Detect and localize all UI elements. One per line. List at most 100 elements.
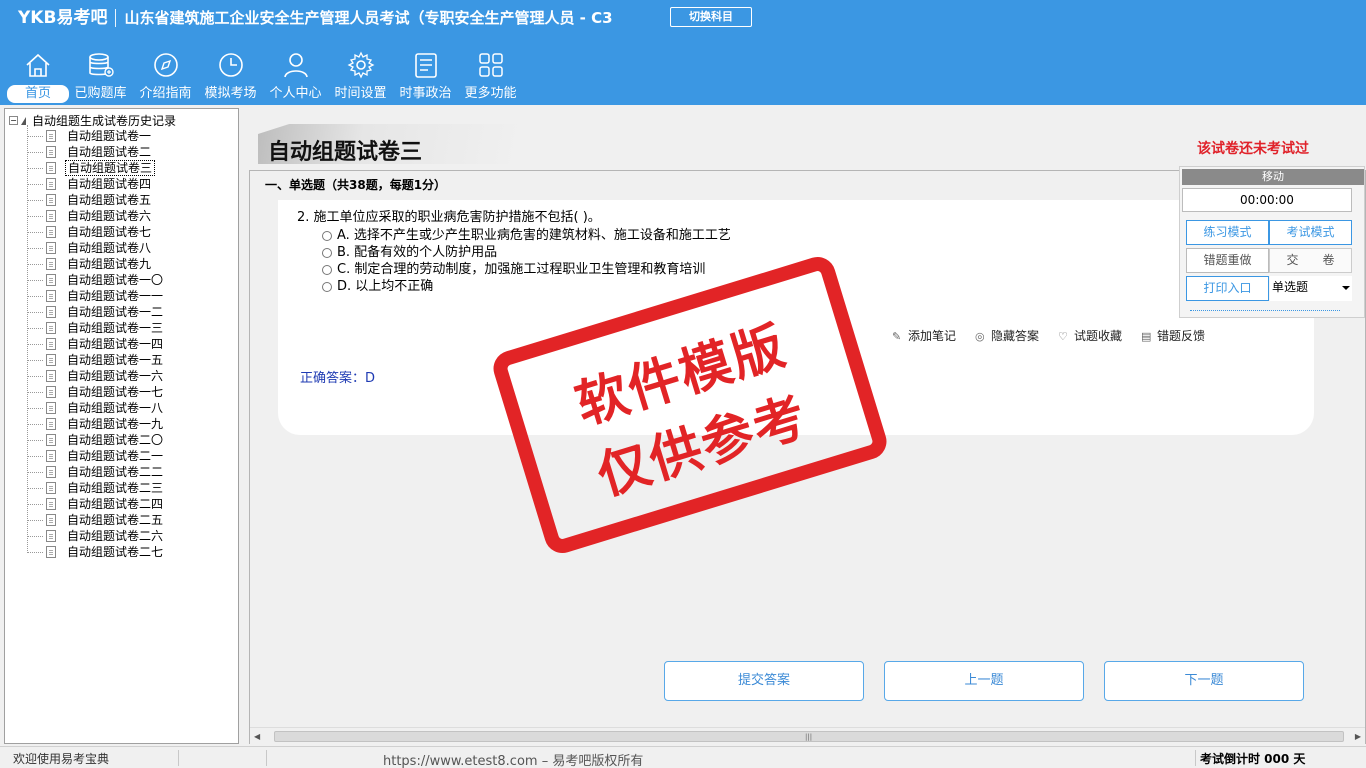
welcome-text: 欢迎使用易考宝典 <box>13 752 110 766</box>
radio-icon[interactable] <box>322 264 332 275</box>
document-icon <box>46 450 56 462</box>
nav-profile[interactable]: 个人中心 <box>263 46 328 104</box>
document-icon <box>46 370 56 382</box>
document-icon <box>46 482 56 494</box>
exam-mode-button[interactable]: 考试模式 <box>1269 220 1352 245</box>
heart-icon: ♡ <box>1058 330 1068 343</box>
nav-purchased-banks[interactable]: 已购题库 <box>68 46 133 104</box>
radio-icon[interactable] <box>322 247 332 258</box>
nav-more-label: 更多功能 <box>464 86 517 101</box>
tree-item-label: 自动组题试卷六 <box>67 209 152 223</box>
tree-connector <box>27 344 43 345</box>
status-divider <box>178 750 179 766</box>
tree-root[interactable]: − 自动组题生成试卷历史记录 <box>9 112 176 128</box>
document-icon <box>46 178 56 190</box>
feedback-label: 错题反馈 <box>1157 329 1206 343</box>
document-icon <box>46 322 56 334</box>
copyright-text: https://www.etest8.com – 易考吧版权所有 <box>383 754 644 768</box>
document-icon <box>46 338 56 350</box>
question-type-select[interactable]: 单选题 <box>1270 276 1352 301</box>
favorite-button[interactable]: ♡ 试题收藏 <box>1058 327 1122 344</box>
tree-connector <box>27 456 43 457</box>
nav-home-label: 首页 <box>7 85 69 103</box>
tree-connector <box>27 184 43 185</box>
exam-title: 山东省建筑施工企业安全生产管理人员考试（专职安全生产管理人员 - C3 <box>124 9 613 27</box>
nav-guide[interactable]: 介绍指南 <box>133 46 198 104</box>
document-icon <box>46 546 56 558</box>
pencil-icon: ✎ <box>892 330 902 343</box>
tree-connector <box>27 216 43 217</box>
user-icon <box>283 53 308 78</box>
feedback-button[interactable]: ▤ 错题反馈 <box>1141 327 1205 344</box>
redo-wrong-button[interactable]: 错题重做 <box>1186 248 1269 273</box>
document-icon <box>46 418 56 430</box>
radio-icon[interactable] <box>322 230 332 241</box>
nav-time-settings[interactable]: 时间设置 <box>328 46 393 104</box>
tree-item-label: 自动组题试卷二〇 <box>67 433 164 447</box>
paper-history-tree: − 自动组题生成试卷历史记录 自动组题试卷一 自动组题试卷二 自动组题试卷三 自动组题试… <box>4 108 239 744</box>
scroll-right-icon[interactable]: ▶ <box>1355 732 1361 741</box>
document-icon <box>46 466 56 478</box>
scroll-left-icon[interactable]: ◀ <box>254 732 260 741</box>
tree-connector <box>27 488 43 489</box>
tree-item-label: 自动组题试卷一 <box>67 129 152 143</box>
favorite-label: 试题收藏 <box>1074 329 1123 343</box>
app-title-bar: YKB易考吧 山东省建筑施工企业安全生产管理人员考试（专职安全生产管理人员 - C… <box>18 7 613 29</box>
tree-item-label: 自动组题试卷一八 <box>67 401 164 415</box>
database-icon <box>88 53 114 77</box>
nav-profile-label: 个人中心 <box>269 86 322 101</box>
scroll-thumb[interactable]: ||| <box>274 731 1344 742</box>
nav-purchased-label: 已购题库 <box>74 86 127 101</box>
paper-title: 自动组题试卷三 <box>268 140 423 165</box>
nav-home[interactable]: 首页 <box>7 46 69 104</box>
add-note-button[interactable]: ✎ 添加笔记 <box>892 327 956 344</box>
folder-icon <box>21 116 26 125</box>
tree-connector <box>27 232 43 233</box>
document-icon <box>46 530 56 542</box>
nav-current-affairs[interactable]: 时事政治 <box>393 46 458 104</box>
tree-connector <box>27 312 43 313</box>
tree-item-label: 自动组题试卷二四 <box>67 497 164 511</box>
move-handle[interactable]: 移动 <box>1182 169 1364 185</box>
tree-connector <box>27 168 43 169</box>
nav-more[interactable]: 更多功能 <box>458 46 523 104</box>
radio-icon[interactable] <box>322 281 332 292</box>
exam-countdown: 考试倒计时 000 天 <box>1200 752 1306 766</box>
document-icon <box>46 498 56 510</box>
widget-divider <box>1190 310 1340 311</box>
switch-subject-button[interactable]: 切换科目 <box>670 7 752 27</box>
prev-question-button[interactable]: 上一题 <box>884 661 1084 701</box>
tree-item-label: 自动组题试卷二六 <box>67 529 164 543</box>
tree-connector <box>27 424 43 425</box>
exam-status-note: 该试卷还未考试过 <box>1197 141 1309 157</box>
news-icon <box>414 53 437 78</box>
tree-item-label: 自动组题试卷一三 <box>67 321 164 335</box>
document-icon <box>46 146 56 158</box>
eye-icon: ◎ <box>975 330 985 343</box>
tree-connector <box>27 440 43 441</box>
print-button[interactable]: 打印入口 <box>1186 276 1269 301</box>
option-d[interactable]: D. 以上均不正确 <box>322 275 433 294</box>
hand-in-button[interactable]: 交 卷 <box>1269 248 1352 273</box>
tree-item-label: 自动组题试卷四 <box>67 177 152 191</box>
tree-connector <box>27 408 43 409</box>
title-divider <box>115 9 117 27</box>
tree-connector <box>27 248 43 249</box>
tree-connector <box>27 520 43 521</box>
hide-answer-button[interactable]: ◎ 隐藏答案 <box>975 327 1039 344</box>
nav-mock-exam[interactable]: 模拟考场 <box>198 46 263 104</box>
practice-mode-button[interactable]: 练习模式 <box>1186 220 1269 245</box>
option-d-text: D. 以上均不正确 <box>337 279 434 294</box>
horizontal-scrollbar[interactable]: ◀ ||| ▶ <box>250 727 1365 744</box>
tree-item-label: 自动组题试卷二二 <box>67 465 164 479</box>
submit-answer-button[interactable]: 提交答案 <box>664 661 864 701</box>
collapse-icon[interactable]: − <box>9 116 18 125</box>
status-divider <box>1195 750 1196 766</box>
tree-connector <box>27 536 43 537</box>
question-type-value: 单选题 <box>1272 280 1309 294</box>
tree-item-label: 自动组题试卷一〇 <box>67 273 164 287</box>
add-note-label: 添加笔记 <box>908 329 957 343</box>
tree-connector <box>27 280 43 281</box>
question-stem: 2. 施工单位应采取的职业病危害防护措施不包括( )。 <box>297 210 601 225</box>
next-question-button[interactable]: 下一题 <box>1104 661 1304 701</box>
